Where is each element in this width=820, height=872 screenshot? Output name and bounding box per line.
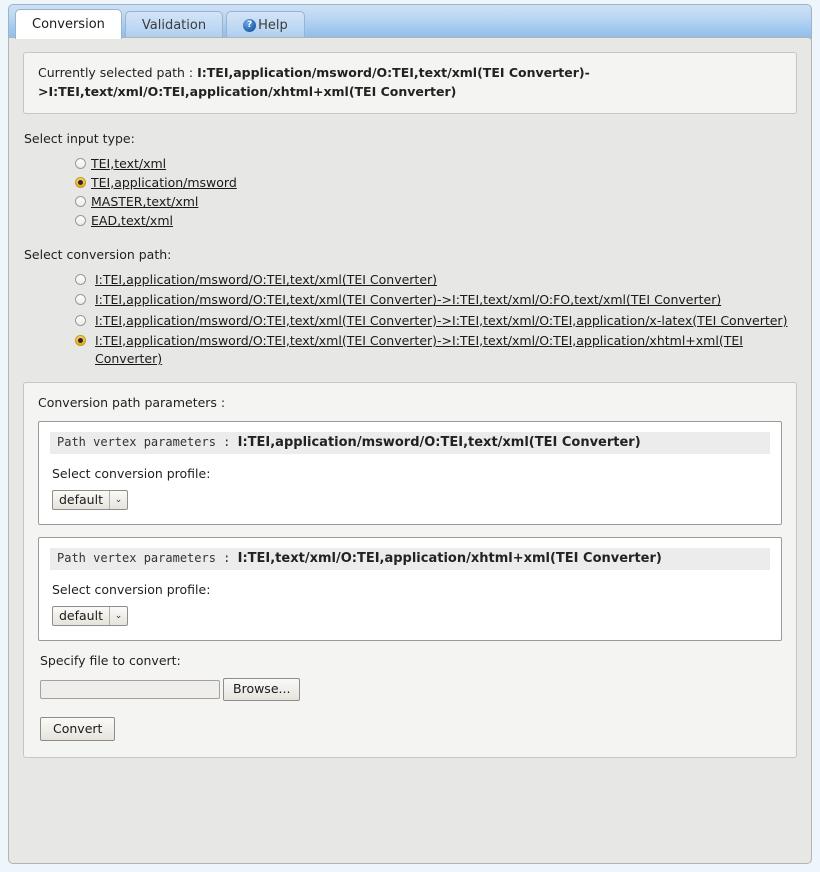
tab-bar: Conversion Validation ? Help [8,4,812,39]
conversion-profile-select-1[interactable]: default ⌄ [52,489,128,510]
input-type-label: Select input type: [24,130,135,146]
converter-app-window: Conversion Validation ? Help Currently s… [0,0,820,872]
input-type-option-tei-msword[interactable]: TEI,application/msword [75,174,797,192]
tab-help-label: Help [258,18,288,33]
path-vertex-header-2: Path vertex parameters : I:TEI,text/xml/… [50,547,770,570]
path-vertex-header-value: I:TEI,text/xml/O:TEI,application/xhtml+x… [237,550,662,566]
conversion-panel: Currently selected path : I:TEI,applicat… [8,37,812,864]
conversion-path-label: Select conversion path: [24,247,172,263]
input-type-option-tei-text-xml[interactable]: TEI,text/xml [75,155,797,173]
file-to-convert-label: Specify file to convert: [40,652,181,668]
help-circle-icon: ? [243,19,257,32]
path-vertex-header-label: Path vertex parameters : [57,550,238,565]
input-type-option-label[interactable]: MASTER,text/xml [91,193,198,211]
tab-conversion[interactable]: Conversion [15,9,122,39]
selected-path-box: Currently selected path : I:TEI,applicat… [23,52,797,114]
radio-icon-checked[interactable] [75,176,86,188]
chevron-down-icon: ⌄ [108,490,127,509]
path-vertex-header-value: I:TEI,application/msword/O:TEI,text/xml(… [237,434,641,450]
input-type-option-label[interactable]: EAD,text/xml [91,212,173,230]
conversion-path-option-label[interactable]: I:TEI,application/msword/O:TEI,text/xml(… [91,291,721,309]
conversion-profile-select-2[interactable]: default ⌄ [52,605,128,626]
conversion-path-option-2[interactable]: I:TEI,application/msword/O:TEI,text/xml(… [75,291,797,309]
path-vertex-header-1: Path vertex parameters : I:TEI,applicati… [50,431,770,454]
conversion-path-parameters-box: Conversion path parameters : Path vertex… [23,381,797,759]
radio-icon[interactable] [75,314,86,326]
file-chooser-row: Browse... [40,677,782,701]
convert-button[interactable]: Convert [40,716,116,742]
conversion-path-option-label[interactable]: I:TEI,application/msword/O:TEI,text/xml(… [91,312,787,330]
conversion-path-option-label[interactable]: I:TEI,application/msword/O:TEI,text/xml(… [91,271,437,289]
input-type-option-ead-text-xml[interactable]: EAD,text/xml [75,212,797,230]
radio-icon[interactable] [75,294,86,306]
conversion-path-option-3[interactable]: I:TEI,application/msword/O:TEI,text/xml(… [75,312,797,330]
conversion-profile-label: Select conversion profile: [52,465,211,481]
browse-button[interactable]: Browse... [223,677,301,701]
path-vertex-parameters-2: Path vertex parameters : I:TEI,text/xml/… [38,536,782,641]
radio-icon[interactable] [75,196,86,207]
conversion-path-parameters-title: Conversion path parameters : [38,394,226,410]
tab-validation-label: Validation [141,18,207,33]
input-type-radio-group: TEI,text/xml TEI,application/msword MAST… [23,155,797,231]
path-vertex-header-label: Path vertex parameters : [57,434,238,449]
tab-validation[interactable]: Validation [124,11,224,39]
conversion-path-option-1[interactable]: I:TEI,application/msword/O:TEI,text/xml(… [75,271,797,289]
tab-help[interactable]: ? Help [226,11,305,39]
conversion-profile-value: default [59,608,103,624]
tab-conversion-label: Conversion [32,17,105,32]
radio-icon-checked[interactable] [75,334,86,346]
radio-icon[interactable] [75,157,86,169]
radio-icon[interactable] [75,274,86,286]
selected-path-label: Currently selected path : [38,65,198,80]
conversion-profile-label: Select conversion profile: [52,581,211,597]
radio-icon[interactable] [75,215,86,227]
input-type-option-label[interactable]: TEI,text/xml [91,155,166,173]
path-vertex-parameters-1: Path vertex parameters : I:TEI,applicati… [38,420,782,525]
input-type-option-master-text-xml[interactable]: MASTER,text/xml [75,193,797,211]
conversion-path-option-4[interactable]: I:TEI,application/msword/O:TEI,text/xml(… [75,332,797,368]
file-path-input[interactable] [40,679,220,699]
conversion-path-option-label[interactable]: I:TEI,application/msword/O:TEI,text/xml(… [91,332,797,368]
input-type-option-label[interactable]: TEI,application/msword [91,174,237,192]
chevron-down-icon: ⌄ [108,606,127,625]
conversion-profile-value: default [59,492,103,508]
conversion-path-radio-group: I:TEI,application/msword/O:TEI,text/xml(… [23,271,797,368]
